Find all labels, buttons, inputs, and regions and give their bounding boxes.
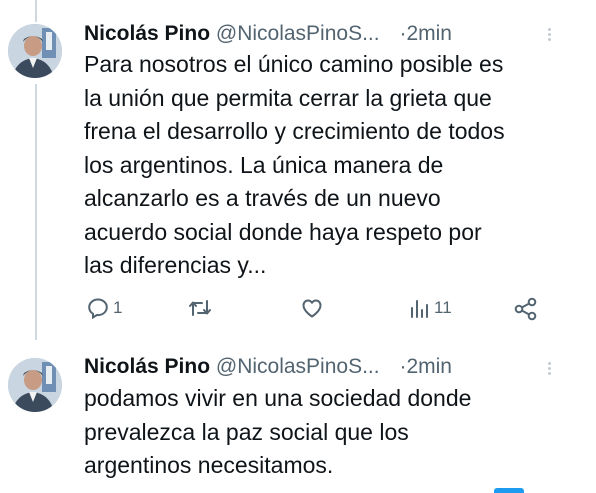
timestamp[interactable]: 2min	[406, 22, 452, 45]
avatar[interactable]	[8, 24, 62, 78]
avatar[interactable]	[8, 358, 62, 412]
share-button[interactable]	[513, 296, 539, 322]
timestamp[interactable]: 2min	[406, 355, 452, 378]
reply-button[interactable]: 1	[86, 296, 122, 320]
avatar-photo	[8, 24, 62, 78]
author-name[interactable]: Nicolás Pino	[84, 355, 210, 378]
tweet-text: podamos vivir en una sociedad donde prev…	[84, 385, 472, 478]
views-icon	[411, 300, 428, 318]
author-name[interactable]: Nicolás Pino	[84, 22, 210, 45]
tweet-header: Nicolás Pino @NicolasPinoS... ·2min	[84, 21, 452, 47]
views-count: 11	[434, 298, 452, 317]
views-button[interactable]: 11	[409, 296, 452, 320]
more-vertical-icon[interactable]	[548, 26, 554, 43]
retweet-button[interactable]	[187, 296, 213, 320]
floating-button-edge[interactable]	[494, 488, 524, 493]
share-icon	[514, 297, 537, 321]
tweet[interactable]: Nicolás Pino @NicolasPinoS... ·2min poda…	[0, 340, 596, 493]
tweet-actions: 1 11	[0, 294, 596, 324]
author-handle[interactable]: @NicolasPinoS...	[216, 355, 380, 378]
tweet-header: Nicolás Pino @NicolasPinoS... ·2min	[84, 354, 452, 380]
reply-icon	[88, 298, 108, 320]
avatar-photo	[8, 358, 62, 412]
heart-icon	[302, 299, 322, 318]
tweet-text: Para nosotros el único camino posible es…	[84, 51, 505, 278]
more-vertical-icon[interactable]	[548, 360, 554, 377]
reply-count: 1	[113, 298, 123, 317]
author-handle[interactable]: @NicolasPinoS...	[216, 22, 380, 45]
tweet[interactable]: Nicolás Pino @NicolasPinoS... ·2min Para…	[0, 0, 596, 340]
retweet-icon	[189, 300, 211, 316]
like-button[interactable]	[300, 296, 324, 320]
